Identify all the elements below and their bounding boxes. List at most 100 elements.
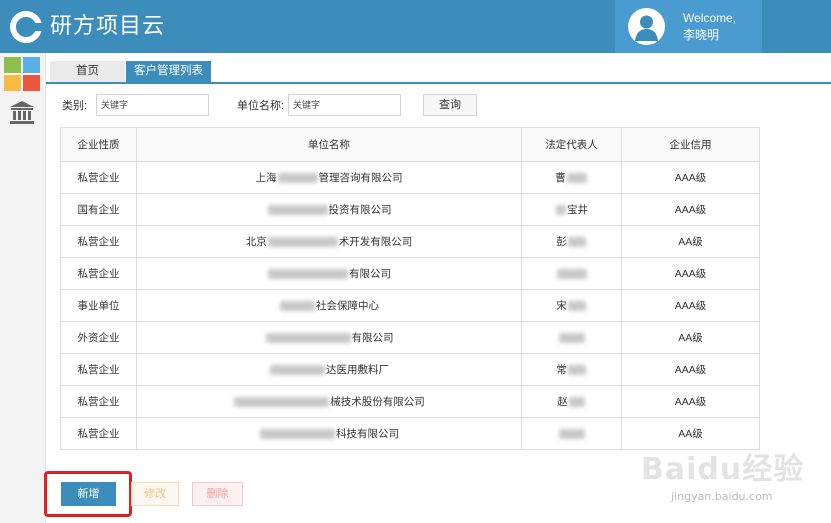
rep-prefix: 赵: [557, 396, 568, 408]
cell-credit: AAA级: [621, 257, 760, 290]
tab-customer-list[interactable]: 客户管理列表: [126, 61, 211, 82]
cell-credit: AA级: [621, 225, 760, 258]
cell-legal-rep: 曹: [521, 161, 622, 194]
customer-table: 企业性质 单位名称 法定代表人 企业信用 私营企业 上海 管理咨询有限公司 曹 A…: [60, 127, 760, 450]
rep-prefix: 常: [556, 364, 567, 376]
cell-legal-rep: 宋: [521, 289, 622, 322]
table-row[interactable]: 私营企业 械技术股份有限公司 赵 AAA级: [60, 385, 760, 418]
name-suffix: 械技术股份有限公司: [330, 396, 425, 408]
header-unit-name: 单位名称: [136, 127, 522, 162]
cell-unit-name: 有限公司: [136, 321, 522, 354]
redaction-blur: [567, 301, 586, 312]
user-avatar-icon[interactable]: [628, 8, 665, 45]
rep-prefix: 曹: [555, 172, 566, 184]
type-search-input[interactable]: [96, 94, 209, 116]
redaction-blur: [567, 237, 586, 248]
app-title: 研方项目云: [50, 13, 166, 38]
cell-nature: 私营企业: [60, 161, 137, 194]
redaction-blur: [267, 205, 328, 216]
ring-logo-icon: [10, 11, 43, 43]
cell-unit-name: 社会保障中心: [136, 289, 522, 322]
top-header: 研方项目云 Welcome, 李晓明: [0, 0, 831, 53]
edit-button[interactable]: 修改: [131, 482, 179, 506]
name-suffix: 投资有限公司: [328, 204, 392, 216]
welcome-text: Welcome,: [683, 11, 737, 25]
name-prefix: 北京: [245, 236, 267, 248]
tab-bar: 首页 客户管理列表: [46, 61, 831, 84]
redaction-blur: [270, 365, 325, 376]
cell-credit: AAA级: [621, 353, 760, 386]
baidu-watermark: Baidu经验 jingyan.baidu.com: [641, 434, 821, 514]
rep-prefix: 宋: [556, 300, 567, 312]
redaction-blur: [267, 237, 338, 248]
cell-legal-rep: 宝井: [521, 193, 622, 226]
redaction-blur: [265, 333, 351, 344]
cell-nature: 外资企业: [60, 321, 137, 354]
redaction-blur: [558, 332, 585, 343]
table-row[interactable]: 私营企业 北京 术开发有限公司 彭 AA级: [60, 225, 760, 258]
tab-home[interactable]: 首页: [50, 61, 125, 82]
cell-legal-rep: 常: [521, 353, 622, 386]
unit-name-search-input[interactable]: [288, 94, 401, 116]
rep-suffix: 宝井: [567, 204, 588, 216]
cell-nature: 私营企业: [60, 257, 137, 290]
delete-button[interactable]: 删除: [192, 482, 243, 506]
cell-credit: AAA级: [621, 193, 760, 226]
name-suffix: 管理咨询有限公司: [318, 172, 403, 184]
table-row[interactable]: 事业单位 社会保障中心 宋 AAA级: [60, 289, 760, 322]
cell-nature: 私营企业: [60, 225, 137, 258]
cell-nature: 私营企业: [60, 417, 137, 450]
table-row[interactable]: 私营企业 有限公司 AAA级: [60, 257, 760, 290]
cell-credit: AAA级: [621, 289, 760, 322]
type-label: 类别:: [62, 100, 88, 112]
user-name: 李晓明: [683, 28, 720, 42]
redaction-blur: [277, 173, 318, 184]
redaction-blur: [260, 429, 335, 440]
header-credit: 企业信用: [621, 127, 760, 162]
redaction-blur: [280, 301, 315, 312]
cell-credit: AAA级: [621, 161, 760, 194]
redaction-blur: [567, 365, 586, 376]
app-tiles-icon[interactable]: [4, 57, 40, 91]
user-box[interactable]: Welcome, 李晓明: [615, 0, 762, 53]
cell-legal-rep: [521, 417, 622, 450]
header-legal-rep: 法定代表人: [521, 127, 622, 162]
redaction-blur: [234, 397, 330, 408]
cell-legal-rep: 赵: [521, 385, 622, 418]
name-suffix: 术开发有限公司: [338, 236, 413, 248]
watermark-brand: Baidu经验: [641, 452, 805, 487]
tile-yellow: [4, 75, 21, 91]
cell-legal-rep: 彭: [521, 225, 622, 258]
cell-unit-name: 达医用敷料厂: [136, 353, 522, 386]
cell-unit-name: 械技术股份有限公司: [136, 385, 522, 418]
table-row[interactable]: 私营企业 上海 管理咨询有限公司 曹 AAA级: [60, 161, 760, 194]
name-suffix: 社会保障中心: [316, 300, 379, 312]
name-prefix: 上海: [255, 172, 277, 184]
table-row[interactable]: 外资企业 有限公司 AA级: [60, 321, 760, 354]
left-sidebar: [0, 53, 46, 523]
table-row[interactable]: 私营企业 达医用敷料厂 常 AAA级: [60, 353, 760, 386]
cell-unit-name: 上海 管理咨询有限公司: [136, 161, 522, 194]
table-row[interactable]: 国有企业 投资有限公司 宝井 AAA级: [60, 193, 760, 226]
cell-unit-name: 科技有限公司: [136, 417, 522, 450]
redaction-blur: [568, 397, 585, 408]
cell-nature: 国有企业: [60, 193, 137, 226]
query-button[interactable]: 查询: [423, 94, 477, 116]
add-button[interactable]: 新增: [61, 482, 116, 506]
cell-unit-name: 北京 术开发有限公司: [136, 225, 522, 258]
header-nature: 企业性质: [60, 127, 137, 162]
name-suffix: 有限公司: [351, 332, 394, 344]
redaction-blur: [566, 173, 587, 184]
name-suffix: 有限公司: [349, 268, 391, 280]
name-suffix: 科技有限公司: [336, 428, 399, 440]
watermark-url: jingyan.baidu.com: [671, 490, 773, 503]
cell-credit: AA级: [621, 321, 760, 354]
cell-legal-rep: [521, 257, 622, 290]
rep-prefix: 彭: [556, 236, 567, 248]
redaction-blur: [558, 428, 585, 439]
cell-credit: AAA级: [621, 385, 760, 418]
cell-nature: 私营企业: [60, 353, 137, 386]
redaction-blur: [268, 269, 348, 280]
tile-blue: [23, 57, 40, 73]
bank-icon[interactable]: [9, 100, 35, 126]
